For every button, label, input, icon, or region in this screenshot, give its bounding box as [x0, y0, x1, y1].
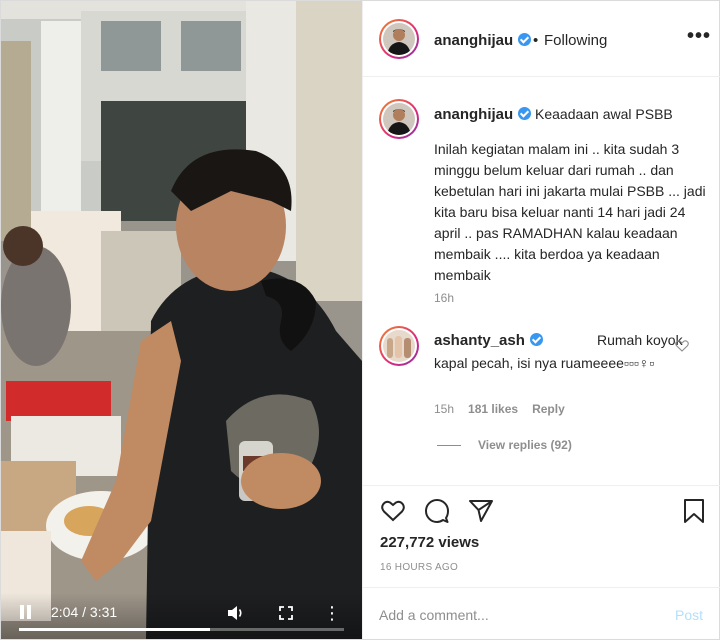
- video-progress-fill: [19, 628, 210, 631]
- fullscreen-icon[interactable]: [279, 606, 293, 620]
- caption-title: Keaadaan awal PSBB: [535, 106, 673, 122]
- comment-meta: 15h 181 likes Reply: [434, 402, 579, 416]
- reply-button[interactable]: Reply: [532, 402, 565, 416]
- verified-badge-icon: [518, 107, 532, 120]
- caption-username-text[interactable]: ananghijau: [434, 106, 513, 123]
- share-icon[interactable]: [468, 498, 494, 524]
- video-time: 2:04 / 3:31: [51, 604, 118, 620]
- post-comment-button[interactable]: Post: [675, 607, 703, 623]
- action-bar: 227,772 views 16 HOURS AGO: [363, 485, 720, 581]
- post-header: ananghijau • Following •••: [363, 1, 720, 77]
- comments-section[interactable]: ananghijau Keaadaan awal PSBB Inilah keg…: [363, 78, 720, 484]
- verified-badge-icon: [529, 333, 543, 346]
- more-options-icon[interactable]: •••: [687, 25, 711, 48]
- replies-divider: [437, 445, 461, 446]
- views-count[interactable]: 227,772 views: [380, 534, 479, 551]
- header-username-text[interactable]: ananghijau: [434, 32, 513, 49]
- avatar[interactable]: [379, 19, 419, 59]
- comment-like-heart-icon[interactable]: [675, 340, 689, 352]
- volume-icon[interactable]: [227, 605, 245, 621]
- video-more-icon[interactable]: ⋮: [323, 604, 341, 622]
- header-separator: •: [533, 32, 539, 49]
- comment-avatar[interactable]: [379, 326, 419, 366]
- video-controls: 2:04 / 3:31 ⋮: [1, 593, 362, 639]
- comment-icon[interactable]: [424, 498, 450, 524]
- post-side-panel: ananghijau • Following ••• ananghijau Ke: [362, 1, 720, 639]
- comment-text-first: Rumah koyok: [597, 332, 683, 348]
- pause-icon[interactable]: [19, 605, 33, 619]
- comment-username[interactable]: ashanty_ash: [434, 332, 543, 349]
- comment-composer: Post: [363, 587, 720, 639]
- video-frame: [1, 1, 362, 639]
- comment-input[interactable]: [379, 604, 649, 626]
- comment-username-text[interactable]: ashanty_ash: [434, 332, 525, 349]
- comment-time[interactable]: 15h: [434, 402, 454, 416]
- caption-username[interactable]: ananghijau: [434, 106, 532, 123]
- caption-avatar[interactable]: [379, 99, 419, 139]
- comment-likes[interactable]: 181 likes: [468, 402, 518, 416]
- video-progress-bar[interactable]: [19, 628, 344, 631]
- verified-badge-icon: [518, 33, 532, 46]
- video-player[interactable]: 2:04 / 3:31 ⋮: [1, 1, 362, 639]
- heart-icon[interactable]: [380, 498, 406, 524]
- comment-text-rest: kapal pecah, isi nya ruameeee▫▫▫♀▫: [434, 355, 655, 371]
- header-username[interactable]: ananghijau: [434, 32, 532, 49]
- caption-body: Inilah kegiatan malam ini .. kita sudah …: [434, 141, 706, 283]
- caption-time[interactable]: 16h: [434, 291, 454, 305]
- view-replies-button[interactable]: View replies (92): [478, 438, 572, 452]
- following-button[interactable]: Following: [544, 32, 607, 49]
- bookmark-icon[interactable]: [681, 498, 707, 524]
- post-date[interactable]: 16 HOURS AGO: [380, 562, 458, 573]
